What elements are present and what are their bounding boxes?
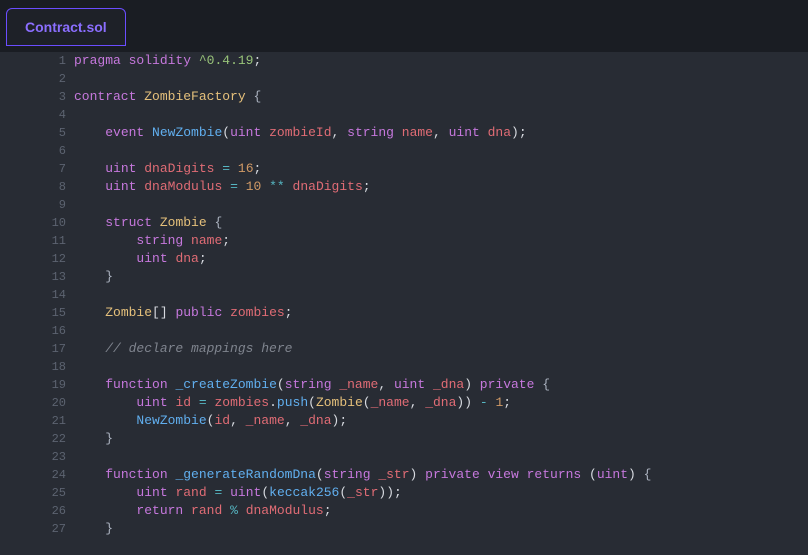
- code-line[interactable]: 8 uint dnaModulus = 10 ** dnaDigits;: [0, 178, 808, 196]
- code-line[interactable]: 27 }: [0, 520, 808, 538]
- code-line[interactable]: 1pragma solidity ^0.4.19;: [0, 52, 808, 70]
- code-line[interactable]: 14: [0, 286, 808, 304]
- line-number: 17: [0, 340, 74, 358]
- code-line[interactable]: 26 return rand % dnaModulus;: [0, 502, 808, 520]
- code-content[interactable]: uint dnaModulus = 10 ** dnaDigits;: [74, 178, 808, 196]
- code-line[interactable]: 16: [0, 322, 808, 340]
- code-content[interactable]: uint dnaDigits = 16;: [74, 160, 808, 178]
- line-number: 20: [0, 394, 74, 412]
- code-content[interactable]: [74, 286, 808, 304]
- code-editor[interactable]: 1pragma solidity ^0.4.19;23contract Zomb…: [0, 52, 808, 555]
- code-line[interactable]: 20 uint id = zombies.push(Zombie(_name, …: [0, 394, 808, 412]
- code-line[interactable]: 17 // declare mappings here: [0, 340, 808, 358]
- line-number: 14: [0, 286, 74, 304]
- line-number: 9: [0, 196, 74, 214]
- code-line[interactable]: 19 function _createZombie(string _name, …: [0, 376, 808, 394]
- line-number: 25: [0, 484, 74, 502]
- code-content[interactable]: contract ZombieFactory {: [74, 88, 808, 106]
- code-content[interactable]: [74, 448, 808, 466]
- line-number: 24: [0, 466, 74, 484]
- code-area[interactable]: 1pragma solidity ^0.4.19;23contract Zomb…: [0, 52, 808, 555]
- code-line[interactable]: 7 uint dnaDigits = 16;: [0, 160, 808, 178]
- line-number: 22: [0, 430, 74, 448]
- line-number: 6: [0, 142, 74, 160]
- code-content[interactable]: struct Zombie {: [74, 214, 808, 232]
- code-content[interactable]: return rand % dnaModulus;: [74, 502, 808, 520]
- code-line[interactable]: 22 }: [0, 430, 808, 448]
- code-content[interactable]: uint id = zombies.push(Zombie(_name, _dn…: [74, 394, 808, 412]
- code-line[interactable]: 15 Zombie[] public zombies;: [0, 304, 808, 322]
- line-number: 12: [0, 250, 74, 268]
- code-line[interactable]: 10 struct Zombie {: [0, 214, 808, 232]
- line-number: 4: [0, 106, 74, 124]
- tab-bar: Contract.sol: [0, 0, 808, 46]
- code-content[interactable]: }: [74, 520, 808, 538]
- code-line[interactable]: 13 }: [0, 268, 808, 286]
- code-content[interactable]: }: [74, 430, 808, 448]
- code-content[interactable]: uint dna;: [74, 250, 808, 268]
- line-number: 10: [0, 214, 74, 232]
- line-number: 19: [0, 376, 74, 394]
- line-number: 21: [0, 412, 74, 430]
- code-content[interactable]: string name;: [74, 232, 808, 250]
- code-line[interactable]: 6: [0, 142, 808, 160]
- code-line[interactable]: 3contract ZombieFactory {: [0, 88, 808, 106]
- code-content[interactable]: function _generateRandomDna(string _str)…: [74, 466, 808, 484]
- code-content[interactable]: event NewZombie(uint zombieId, string na…: [74, 124, 808, 142]
- line-number: 5: [0, 124, 74, 142]
- code-line[interactable]: 2: [0, 70, 808, 88]
- line-number: 7: [0, 160, 74, 178]
- code-content[interactable]: [74, 196, 808, 214]
- code-line[interactable]: 12 uint dna;: [0, 250, 808, 268]
- code-line[interactable]: 5 event NewZombie(uint zombieId, string …: [0, 124, 808, 142]
- code-content[interactable]: }: [74, 268, 808, 286]
- code-content[interactable]: NewZombie(id, _name, _dna);: [74, 412, 808, 430]
- code-line[interactable]: 21 NewZombie(id, _name, _dna);: [0, 412, 808, 430]
- code-content[interactable]: Zombie[] public zombies;: [74, 304, 808, 322]
- line-number: 1: [0, 52, 74, 70]
- line-number: 13: [0, 268, 74, 286]
- line-number: 16: [0, 322, 74, 340]
- tab-contract-sol[interactable]: Contract.sol: [6, 8, 126, 46]
- code-content[interactable]: [74, 70, 808, 88]
- code-line[interactable]: 4: [0, 106, 808, 124]
- code-content[interactable]: [74, 106, 808, 124]
- line-number: 3: [0, 88, 74, 106]
- line-number: 23: [0, 448, 74, 466]
- line-number: 11: [0, 232, 74, 250]
- code-line[interactable]: 18: [0, 358, 808, 376]
- code-content[interactable]: [74, 142, 808, 160]
- tab-label: Contract.sol: [25, 19, 107, 35]
- code-line[interactable]: 24 function _generateRandomDna(string _s…: [0, 466, 808, 484]
- line-number: 26: [0, 502, 74, 520]
- code-content[interactable]: function _createZombie(string _name, uin…: [74, 376, 808, 394]
- code-line[interactable]: 23: [0, 448, 808, 466]
- code-content[interactable]: pragma solidity ^0.4.19;: [74, 52, 808, 70]
- code-content[interactable]: // declare mappings here: [74, 340, 808, 358]
- line-number: 2: [0, 70, 74, 88]
- code-line[interactable]: 11 string name;: [0, 232, 808, 250]
- line-number: 15: [0, 304, 74, 322]
- code-content[interactable]: [74, 322, 808, 340]
- code-content[interactable]: uint rand = uint(keccak256(_str));: [74, 484, 808, 502]
- code-content[interactable]: [74, 358, 808, 376]
- line-number: 27: [0, 520, 74, 538]
- line-number: 8: [0, 178, 74, 196]
- line-number: 18: [0, 358, 74, 376]
- code-line[interactable]: 25 uint rand = uint(keccak256(_str));: [0, 484, 808, 502]
- code-line[interactable]: 9: [0, 196, 808, 214]
